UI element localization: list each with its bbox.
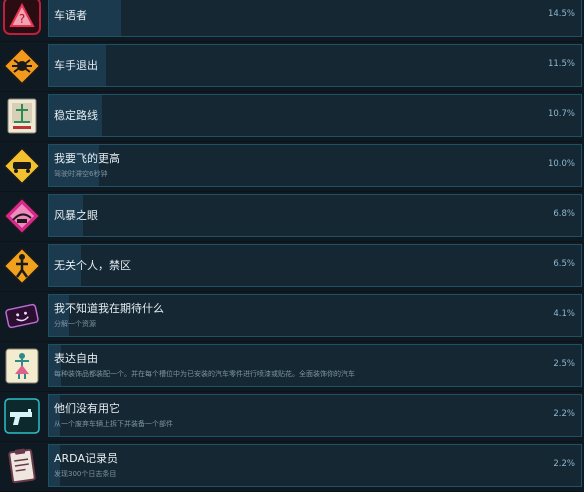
gun-card-icon — [0, 394, 44, 437]
unlock-percent: 10.0% — [547, 159, 575, 169]
unlock-percent: 6.5% — [553, 259, 575, 269]
achievement-title: 表达自由 — [54, 352, 98, 365]
unlock-percent: 10.7% — [547, 109, 575, 119]
unlock-percent: 2.2% — [553, 459, 575, 469]
achievement-title: 我不知道我在期待什么 — [54, 302, 164, 315]
achievement-description: 分解一个资源 — [54, 320, 96, 328]
achievement-row[interactable]: 我不知道我在期待什么 分解一个资源 4.1% — [0, 294, 582, 342]
achievement-title: 车语者 — [54, 9, 87, 22]
achievement-description: 每种装饰品都装配一个。并在每个槽位中为已安装的汽车零件进行喷漆或贴花。全面装饰你… — [54, 370, 355, 378]
achievement-description: 从一个废弃车辆上拆下并装备一个部件 — [54, 420, 173, 428]
unlock-percent: 4.1% — [553, 309, 575, 319]
achievement-row[interactable]: 无关个人，禁区 6.5% — [0, 244, 582, 292]
smiley-ticket-icon — [0, 294, 44, 337]
achievement-row[interactable]: 表达自由 每种装饰品都装配一个。并在每个槽位中为已安装的汽车零件进行喷漆或贴花。… — [0, 344, 582, 392]
achievement-title: 他们没有用它 — [54, 402, 120, 415]
dancer-card-icon — [0, 344, 44, 387]
flying-car-sign-icon — [0, 144, 44, 187]
achievement-description: 驾驶时滞空6秒钟 — [54, 170, 108, 178]
question-sign-icon: ? — [0, 0, 44, 37]
svg-text:?: ? — [19, 12, 25, 26]
achievement-title: ARDA记录员 — [54, 452, 118, 465]
achievement-row[interactable]: 他们没有用它 从一个废弃车辆上拆下并装备一个部件 2.2% — [0, 394, 582, 442]
unlock-percent: 11.5% — [547, 59, 575, 69]
achievement-title: 风暴之眼 — [54, 209, 98, 222]
achievement-title: 车手退出 — [54, 59, 98, 72]
achievement-title: 稳定路线 — [54, 109, 98, 122]
no-entry-sign-icon — [0, 244, 44, 287]
achievement-title: 无关个人，禁区 — [54, 259, 131, 272]
unlock-percent: 2.5% — [553, 359, 575, 369]
unlock-percent: 2.2% — [553, 409, 575, 419]
achievement-row[interactable]: 风暴之眼 6.8% — [0, 194, 582, 242]
achievement-row[interactable]: ARDA记录员 发现300个日志条目 2.2% — [0, 444, 582, 492]
unlock-percent: 6.8% — [553, 209, 575, 219]
storm-eye-sign-icon — [0, 194, 44, 237]
unlock-percent: 14.5% — [547, 9, 575, 19]
spider-sign-icon — [0, 44, 44, 87]
achievement-row[interactable]: 稳定路线 10.7% — [0, 94, 582, 142]
achievement-row[interactable]: 车手退出 11.5% — [0, 44, 582, 92]
achievement-row[interactable]: 我要飞的更高 驾驶时滞空6秒钟 10.0% — [0, 144, 582, 192]
achievement-title: 我要飞的更高 — [54, 152, 120, 165]
road-card-icon — [0, 94, 44, 137]
achievement-list: ? 车语者 14.5% 车手退出 11.5% 稳定路线 10.7% 我要飞的更高… — [0, 0, 584, 492]
achievement-description: 发现300个日志条目 — [54, 470, 117, 478]
clipboard-icon — [0, 444, 44, 487]
achievement-row[interactable]: ? 车语者 14.5% — [0, 0, 582, 42]
